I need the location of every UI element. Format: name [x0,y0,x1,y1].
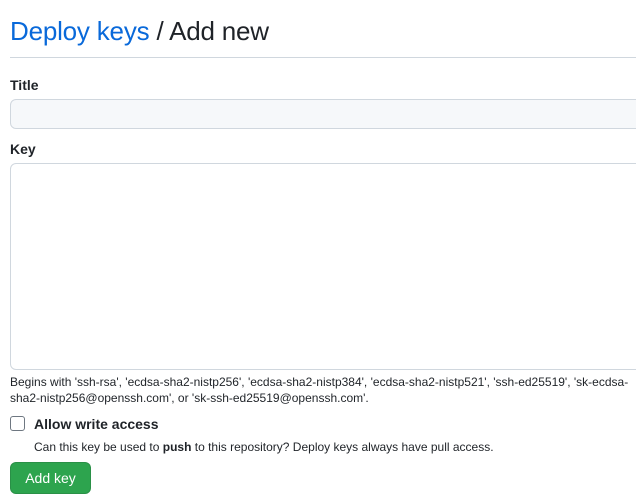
write-access-note: Can this key be used to push to this rep… [34,439,494,455]
breadcrumb-deploy-keys-link[interactable]: Deploy keys [10,16,150,46]
key-format-hint: Begins with 'ssh-rsa', 'ecdsa-sha2-nistp… [10,375,629,405]
allow-write-access-label[interactable]: Allow write access [34,414,159,434]
write-access-note-prefix: Can this key be used to [34,440,163,454]
title-input[interactable] [10,99,636,129]
page-title: Deploy keys / Add new [10,14,269,48]
key-label: Key [10,141,36,157]
write-access-note-suffix: to this repository? Deploy keys always h… [191,440,494,454]
title-label: Title [10,77,39,93]
breadcrumb-separator: / [149,16,170,46]
allow-write-access-checkbox[interactable] [10,416,25,431]
add-key-button[interactable]: Add key [10,462,91,494]
add-deploy-key-page: Deploy keys / Add new Title Key Begins w… [0,0,636,502]
breadcrumb-current: Add new [169,16,269,46]
write-access-note-push: push [162,440,192,454]
key-textarea[interactable] [10,163,636,370]
heading-divider [10,57,636,58]
